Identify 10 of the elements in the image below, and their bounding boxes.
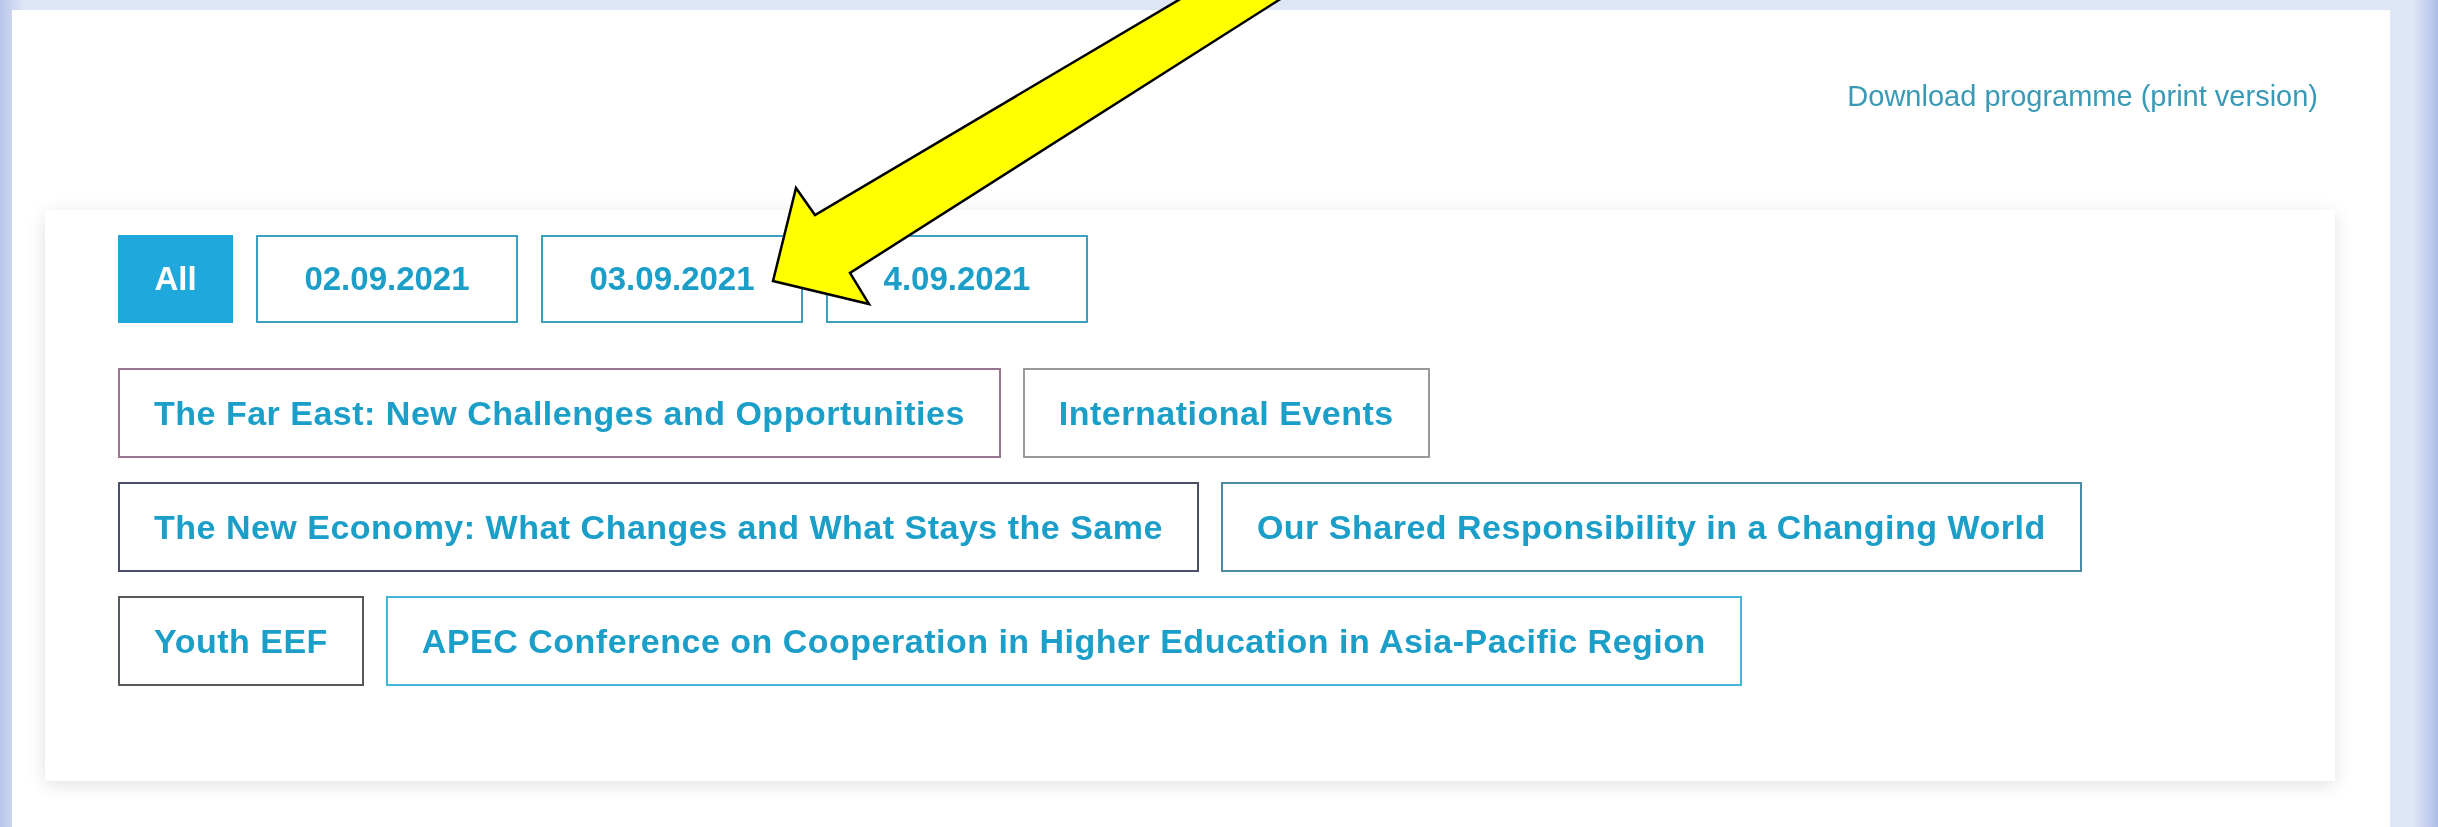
topic-filter-tag[interactable]: The Far East: New Challenges and Opportunities (118, 368, 1001, 458)
date-tab[interactable]: 02.09.2021 (256, 235, 518, 323)
topic-filter-tag[interactable]: Our Shared Responsibility in a Changing World (1220, 482, 2082, 572)
topic-filter-tag[interactable]: APEC Conference on Cooperation in Higher Education in Asia-Pacific Region (385, 596, 1742, 686)
topic-filter-tag[interactable]: Youth EEF (118, 596, 364, 686)
topic-filter-tag[interactable]: The New Economy: What Changes and What Stays the Same (118, 482, 1199, 572)
date-tab[interactable]: All (118, 235, 233, 323)
topic-filter-tag[interactable]: International Events (1022, 368, 1430, 458)
download-link[interactable]: Download programme (print version) (1847, 80, 2318, 113)
date-tab[interactable]: 03.09.2021 (541, 235, 803, 323)
